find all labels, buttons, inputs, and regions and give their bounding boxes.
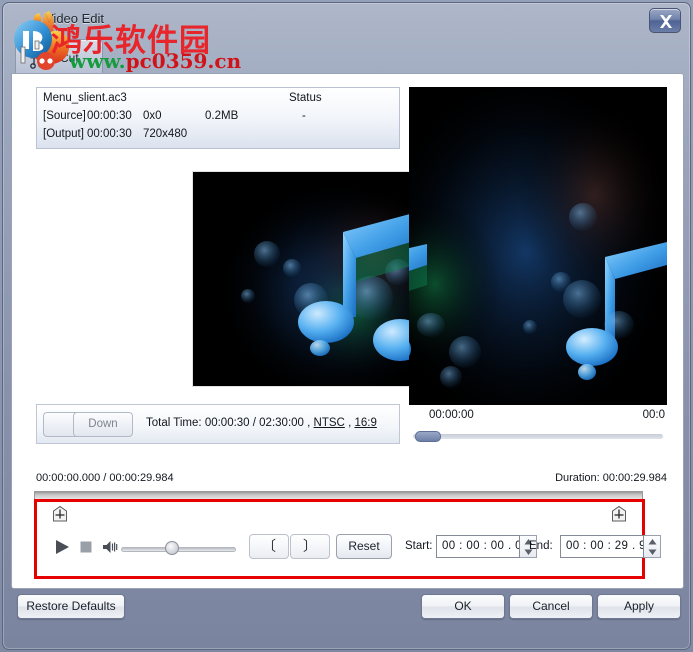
stop-icon[interactable] <box>77 538 95 556</box>
trim-marker-left[interactable] <box>51 505 69 523</box>
source-size: 0.2MB <box>205 110 239 122</box>
position-readout: 00:00:00.000 / 00:00:29.984 <box>36 472 174 484</box>
transport-controls: 〔 〕 Reset Start: 00 : 00 : 00 . 000 <box>53 534 661 562</box>
preview-current-time: 00:00:00 <box>429 409 474 421</box>
tab-cut-label: Cut <box>60 51 79 65</box>
preview-seek-knob[interactable] <box>415 431 441 442</box>
apply-button[interactable]: Apply <box>597 594 681 619</box>
trim-marker-right[interactable] <box>610 505 628 523</box>
end-label: End: <box>529 540 553 552</box>
down-button[interactable]: Down <box>73 412 133 437</box>
chevron-up-icon[interactable] <box>647 537 658 547</box>
volume-slider[interactable] <box>121 541 236 555</box>
video-preview[interactable] <box>409 87 667 405</box>
total-time-value: 00:00:30 / 02:30:00 <box>204 417 304 429</box>
output-label: [Output] <box>43 128 84 140</box>
source-resolution: 0x0 <box>143 110 162 122</box>
video-edit-window: Video Edit Cut Menu_slient.ac3 Status [S… <box>2 2 691 650</box>
tab-strip: Cut <box>11 37 684 75</box>
start-time-input[interactable]: 00 : 00 : 00 . 000 <box>436 535 520 558</box>
total-time-sep1: , <box>307 417 311 429</box>
total-time-readout: Total Time: 00:00:30 / 02:30:00 , NTSC ,… <box>146 417 377 429</box>
left-pane: Menu_slient.ac3 Status [Source] 00:00:30… <box>36 87 424 469</box>
file-info-panel[interactable]: Menu_slient.ac3 Status [Source] 00:00:30… <box>36 87 400 149</box>
trim-marker-icon <box>53 505 67 522</box>
end-time-stepper[interactable]: 00 : 00 : 29 . 984 <box>560 535 662 558</box>
preview-total-time: 00:0 <box>642 409 665 421</box>
trim-region-highlight: 〔 〕 Reset Start: 00 : 00 : 00 . 000 <box>34 499 661 579</box>
end-time-input[interactable]: 00 : 00 : 29 . 984 <box>560 535 644 558</box>
source-duration: 00:00:30 <box>87 110 132 122</box>
thumbnail-preview <box>192 171 424 387</box>
preview-seek-track <box>413 434 663 439</box>
source-status: - <box>302 110 306 122</box>
start-label: Start: <box>405 540 433 552</box>
content-pane: Menu_slient.ac3 Status [Source] 00:00:30… <box>11 73 684 589</box>
video-standard-link[interactable]: NTSC <box>314 417 345 429</box>
source-label: [Source] <box>43 110 86 122</box>
aspect-ratio-link[interactable]: 16:9 <box>354 417 376 429</box>
cut-icon <box>30 48 48 69</box>
down-toolbar: Down Total Time: 00:00:30 / 02:30:00 , N… <box>36 404 400 444</box>
restore-defaults-button[interactable]: Restore Defaults <box>17 594 125 619</box>
play-icon[interactable] <box>53 538 71 556</box>
ok-button[interactable]: OK <box>421 594 505 619</box>
close-button[interactable] <box>649 8 681 33</box>
title-bar: Video Edit <box>3 3 690 39</box>
mark-out-button[interactable]: 〕 <box>290 534 330 559</box>
preview-time-row: 00:00:00 00:0 <box>409 409 667 425</box>
volume-slider-knob[interactable] <box>165 541 179 555</box>
chevron-down-icon[interactable] <box>647 547 658 557</box>
start-time-stepper[interactable]: 00 : 00 : 00 . 000 <box>436 535 538 558</box>
window-title: Video Edit <box>45 11 105 26</box>
end-time-spin-buttons[interactable] <box>644 535 661 558</box>
mark-in-button[interactable]: 〔 <box>249 534 289 559</box>
file-name: Menu_slient.ac3 <box>43 92 127 104</box>
reset-button[interactable]: Reset <box>336 534 392 559</box>
output-resolution: 720x480 <box>143 128 188 140</box>
status-column-header: Status <box>289 92 322 104</box>
output-duration: 00:00:30 <box>87 128 132 140</box>
footer-bar: Restore Defaults OK Cancel Apply <box>3 587 690 649</box>
cancel-button[interactable]: Cancel <box>509 594 593 619</box>
trim-marker-icon <box>612 505 626 522</box>
tab-cut[interactable]: Cut <box>15 39 103 75</box>
preview-seek-slider[interactable] <box>413 431 663 442</box>
right-pane: 00:00:00 00:0 <box>409 87 667 469</box>
total-time-prefix: Total Time: <box>146 417 202 429</box>
volume-icon[interactable] <box>101 538 119 556</box>
close-icon <box>660 15 672 28</box>
music-note-artwork <box>193 172 423 386</box>
timecode-strip: 00:00:00.000 / 00:00:29.984 Duration: 00… <box>36 472 667 488</box>
duration-readout: Duration: 00:00:29.984 <box>555 472 667 484</box>
total-time-sep2: , <box>348 417 352 429</box>
